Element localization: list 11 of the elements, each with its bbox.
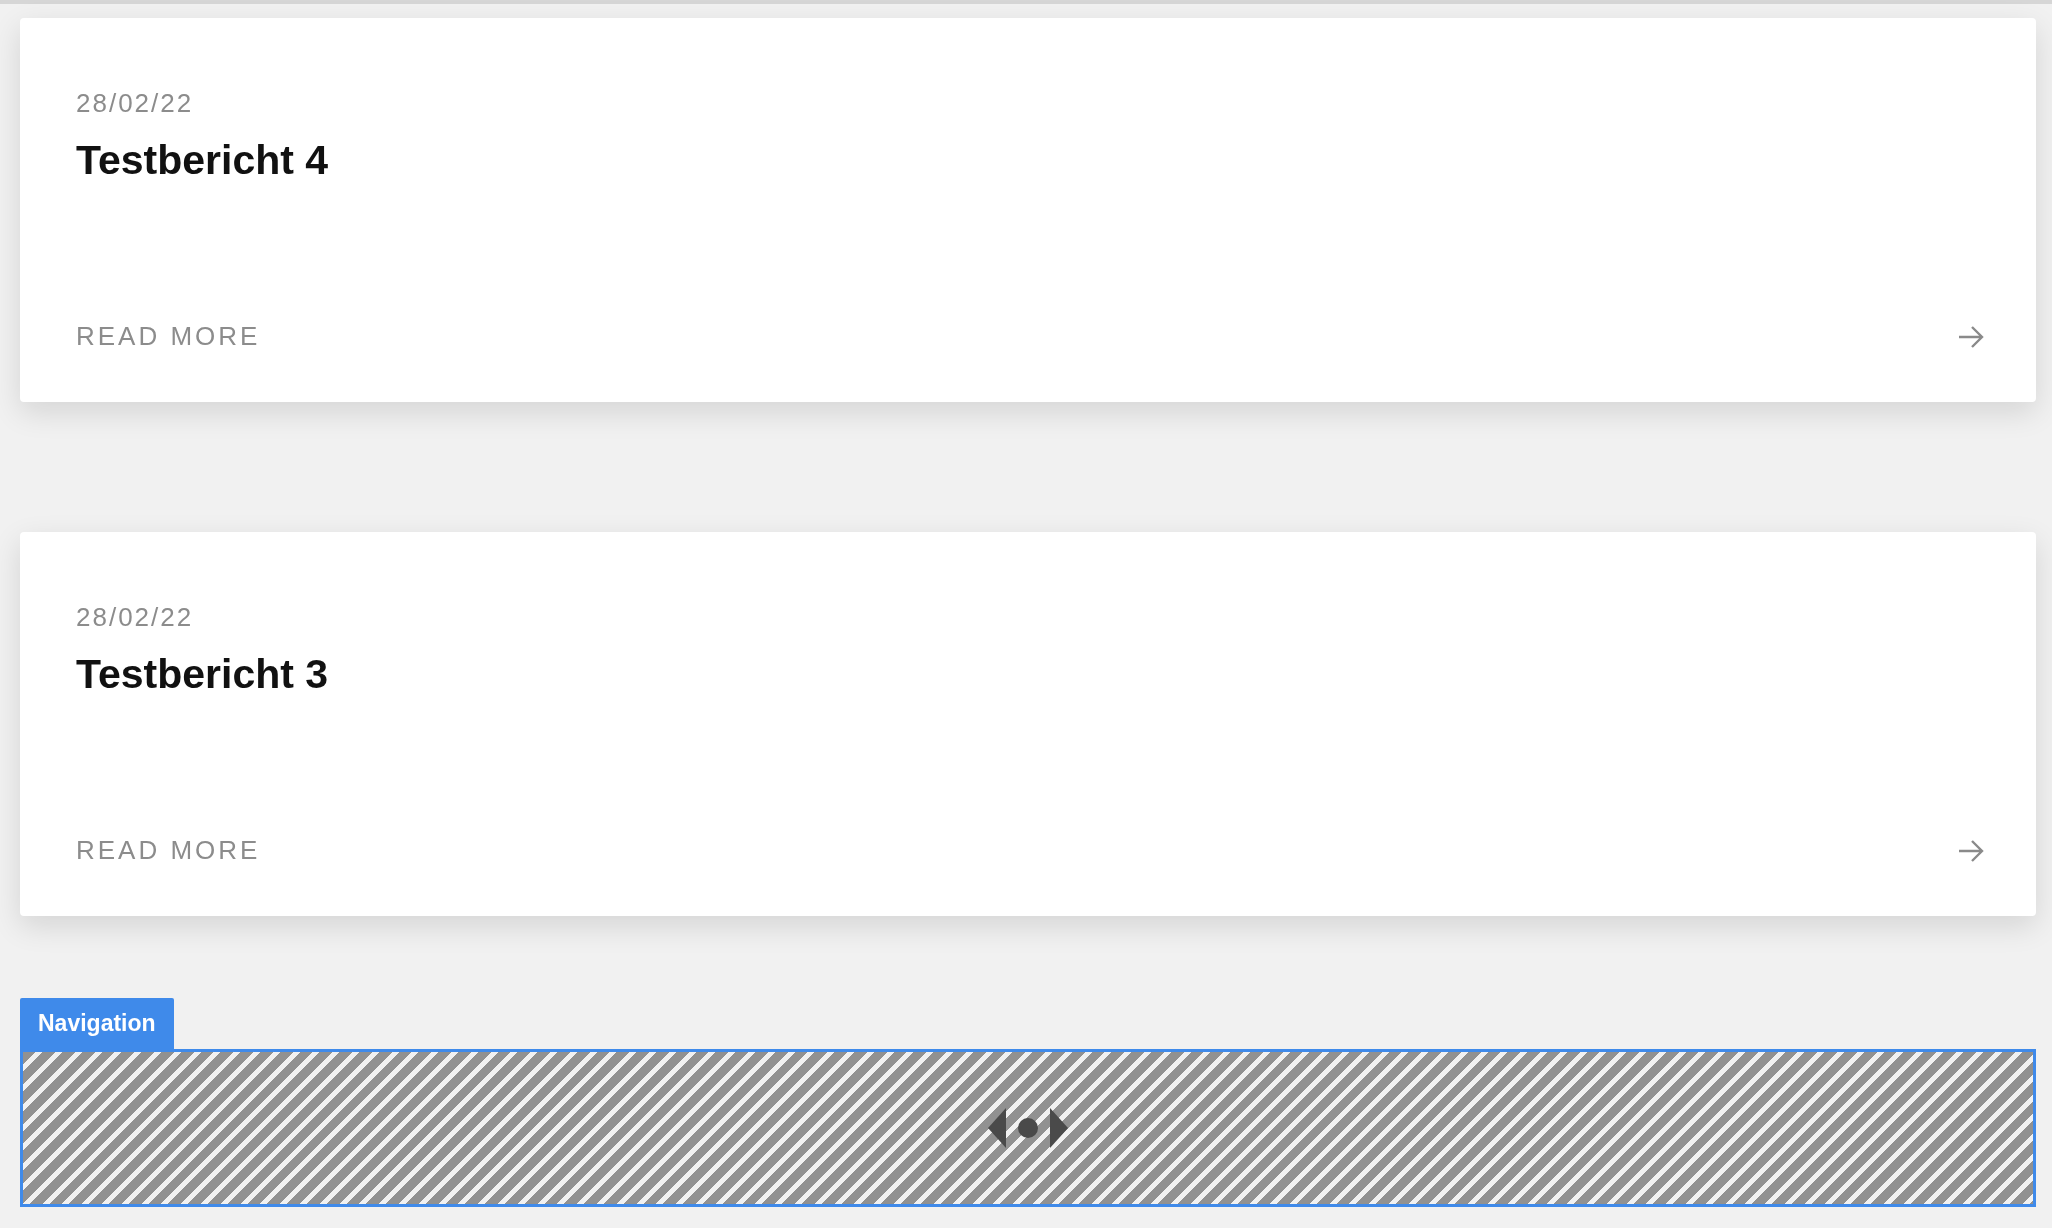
arrow-right-icon[interactable] xyxy=(1958,838,1984,863)
post-title: Testbericht 4 xyxy=(76,137,330,184)
read-more-link[interactable]: READ MORE xyxy=(76,321,261,352)
block-label: Navigation xyxy=(20,998,174,1049)
navigation-placeholder[interactable] xyxy=(20,1049,2036,1207)
read-more-link[interactable]: READ MORE xyxy=(76,835,261,866)
post-date: 28/02/22 xyxy=(76,602,195,633)
slider-navigation-icon xyxy=(988,1106,1068,1150)
arrow-right-icon[interactable] xyxy=(1958,324,1984,349)
post-date: 28/02/22 xyxy=(76,88,195,119)
post-title: Testbericht 3 xyxy=(76,651,330,698)
